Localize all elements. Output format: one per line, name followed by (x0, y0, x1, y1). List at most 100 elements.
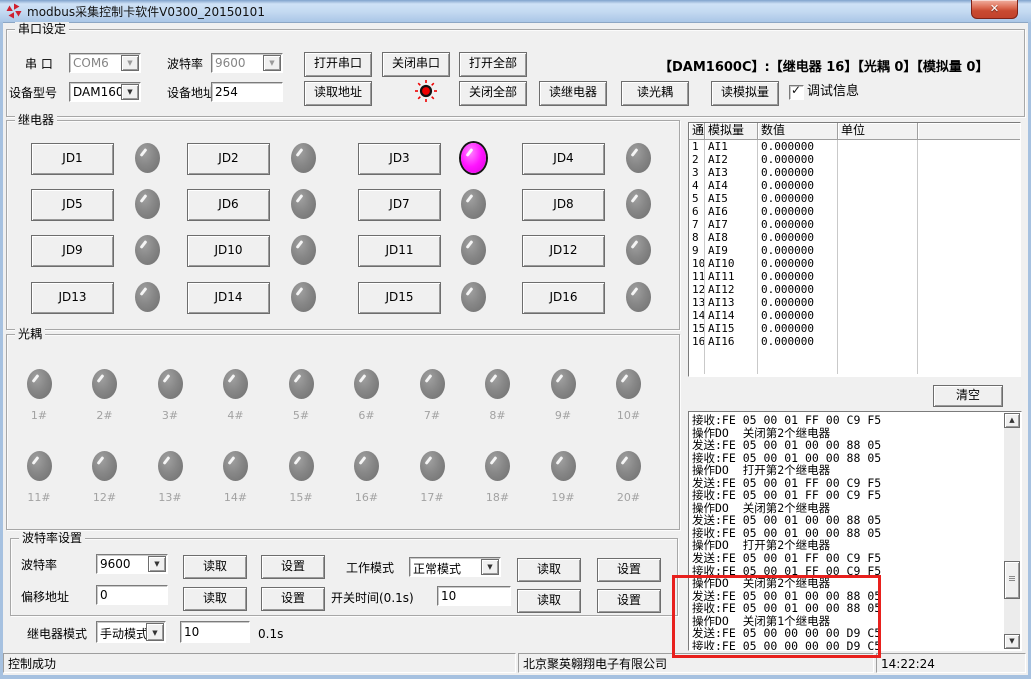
analog-row-11[interactable]: 11AI110.000000 (689, 270, 1020, 283)
log-scrollbar[interactable]: ▲ ▼ (1004, 413, 1020, 649)
device-addr-input[interactable] (211, 82, 283, 102)
offset-set-button[interactable]: 设置 (261, 587, 325, 611)
clear-log-button[interactable]: 清空 (933, 385, 1003, 407)
log-area[interactable]: 接收:FE 05 00 01 FF 00 C9 F5 操作DO 关闭第2个继电器… (688, 411, 1022, 651)
opto-label-14: 14# (203, 491, 268, 504)
close-serial-button[interactable]: 关闭串口 (382, 52, 450, 77)
baud-read-button[interactable]: 读取 (183, 555, 247, 579)
chevron-down-icon: ▼ (147, 624, 163, 642)
read-analog-button[interactable]: 读模拟量 (711, 81, 779, 106)
offset-read-button[interactable]: 读取 (183, 587, 247, 611)
open-all-button[interactable]: 打开全部 (459, 52, 527, 77)
relay-button-jd10[interactable]: JD10 (187, 235, 270, 267)
analog-row-10[interactable]: 10AI100.000000 (689, 257, 1020, 270)
baud-select[interactable]: 9600 ▼ (211, 53, 283, 73)
relay-led-10 (291, 235, 316, 265)
relay-button-jd14[interactable]: JD14 (187, 282, 270, 314)
analog-row-4[interactable]: 4AI40.000000 (689, 179, 1020, 192)
analog-row-7[interactable]: 7AI70.000000 (689, 218, 1020, 231)
switch-time-read-button[interactable]: 读取 (517, 589, 581, 613)
analog-row-empty[interactable] (689, 361, 1020, 374)
scroll-up-icon: ▲ (1005, 414, 1019, 427)
relay-button-jd9[interactable]: JD9 (31, 235, 114, 267)
table-cell: 0.000000 (758, 244, 838, 257)
device-model-dropdown-button[interactable]: ▼ (121, 84, 139, 100)
analog-col-header-3[interactable]: 数值 (758, 123, 838, 140)
relay-button-jd4[interactable]: JD4 (522, 143, 605, 175)
analog-row-16[interactable]: 16AI160.000000 (689, 335, 1020, 348)
relay-button-jd11[interactable]: JD11 (358, 235, 441, 267)
analog-col-header-5[interactable] (918, 123, 1020, 140)
work-mode-select[interactable]: 正常模式 ▼ (409, 557, 501, 577)
analog-row-6[interactable]: 6AI60.000000 (689, 205, 1020, 218)
work-mode-dropdown-button[interactable]: ▼ (481, 559, 499, 575)
opto-label-15: 15# (269, 491, 334, 504)
work-mode-set-button[interactable]: 设置 (597, 558, 661, 582)
relay-button-jd15[interactable]: JD15 (358, 282, 441, 314)
app-window: modbus采集控制卡软件V0300_20150101 ✕ 串口设定 串 口 C… (0, 0, 1031, 679)
relay-mode-select[interactable]: 手动模式 ▼ (96, 621, 166, 643)
switch-time-set-button[interactable]: 设置 (597, 589, 661, 613)
relay-button-jd8[interactable]: JD8 (522, 189, 605, 221)
work-mode-read-button[interactable]: 读取 (517, 558, 581, 582)
switch-time-input[interactable] (437, 586, 511, 606)
baud2-dropdown-button[interactable]: ▼ (148, 556, 166, 572)
analog-row-15[interactable]: 15AI150.000000 (689, 322, 1020, 335)
close-button[interactable]: ✕ (971, 0, 1018, 19)
baud-value: 9600 (215, 56, 246, 70)
analog-col-header-4[interactable]: 单位 (838, 123, 918, 140)
relay-button-jd5[interactable]: JD5 (31, 189, 114, 221)
relay-button-jd7[interactable]: JD7 (358, 189, 441, 221)
relay-button-jd2[interactable]: JD2 (187, 143, 270, 175)
relay-button-jd13[interactable]: JD13 (31, 282, 114, 314)
table-cell: 0.000000 (758, 153, 838, 166)
opto-label-2: 2# (72, 409, 137, 422)
relay-mode-dropdown-button[interactable]: ▼ (146, 623, 164, 641)
scroll-thumb[interactable] (1004, 561, 1020, 599)
baud-set-button[interactable]: 设置 (261, 555, 325, 579)
scroll-up-button[interactable]: ▲ (1004, 413, 1020, 428)
analog-row-13[interactable]: 13AI130.000000 (689, 296, 1020, 309)
debug-info-checkbox[interactable]: ✓ (789, 85, 804, 100)
analog-row-8[interactable]: 8AI80.000000 (689, 231, 1020, 244)
opto-led-12 (92, 451, 117, 481)
table-cell: 0.000000 (758, 205, 838, 218)
analog-row-14[interactable]: 14AI140.000000 (689, 309, 1020, 322)
analog-row-12[interactable]: 12AI120.000000 (689, 283, 1020, 296)
analog-row-1[interactable]: 1AI10.000000 (689, 140, 1020, 153)
open-serial-button[interactable]: 打开串口 (304, 52, 372, 77)
scroll-down-button[interactable]: ▼ (1004, 634, 1020, 649)
table-cell (838, 166, 918, 179)
serial-port-value: COM6 (73, 56, 109, 70)
read-opto-button[interactable]: 读光耦 (621, 81, 689, 106)
offset-input[interactable] (96, 585, 168, 605)
serial-port-dropdown-button[interactable]: ▼ (121, 55, 139, 71)
table-cell: AI3 (705, 166, 758, 179)
close-all-button[interactable]: 关闭全部 (459, 81, 527, 106)
analog-row-9[interactable]: 9AI90.000000 (689, 244, 1020, 257)
baud2-select[interactable]: 9600 ▼ (96, 554, 168, 574)
analog-row-3[interactable]: 3AI30.000000 (689, 166, 1020, 179)
baud-dropdown-button[interactable]: ▼ (263, 55, 281, 71)
analog-row-2[interactable]: 2AI20.000000 (689, 153, 1020, 166)
analog-col-header-2[interactable]: 模拟量 (705, 123, 758, 140)
relay-mode-value: 手动模式 (100, 625, 148, 642)
analog-row-5[interactable]: 5AI50.000000 (689, 192, 1020, 205)
table-cell: 14 (689, 309, 705, 322)
table-cell (689, 361, 705, 374)
relay-button-jd16[interactable]: JD16 (522, 282, 605, 314)
table-cell: AI4 (705, 179, 758, 192)
relay-button-jd3[interactable]: JD3 (358, 143, 441, 175)
opto-label-10: 10# (596, 409, 661, 422)
relay-button-jd6[interactable]: JD6 (187, 189, 270, 221)
title-bar[interactable]: modbus采集控制卡软件V0300_20150101 ✕ (0, 0, 1031, 23)
read-addr-button[interactable]: 读取地址 (304, 81, 372, 106)
relay-button-jd12[interactable]: JD12 (522, 235, 605, 267)
analog-col-header-1[interactable]: 通 (689, 123, 705, 140)
relay-button-jd1[interactable]: JD1 (31, 143, 114, 175)
serial-port-select[interactable]: COM6 ▼ (69, 53, 141, 73)
read-relay-button[interactable]: 读继电器 (539, 81, 607, 106)
analog-row-empty[interactable] (689, 348, 1020, 361)
relay-mode-time-input[interactable] (180, 621, 250, 643)
device-model-select[interactable]: DAM1600C ▼ (69, 82, 141, 102)
